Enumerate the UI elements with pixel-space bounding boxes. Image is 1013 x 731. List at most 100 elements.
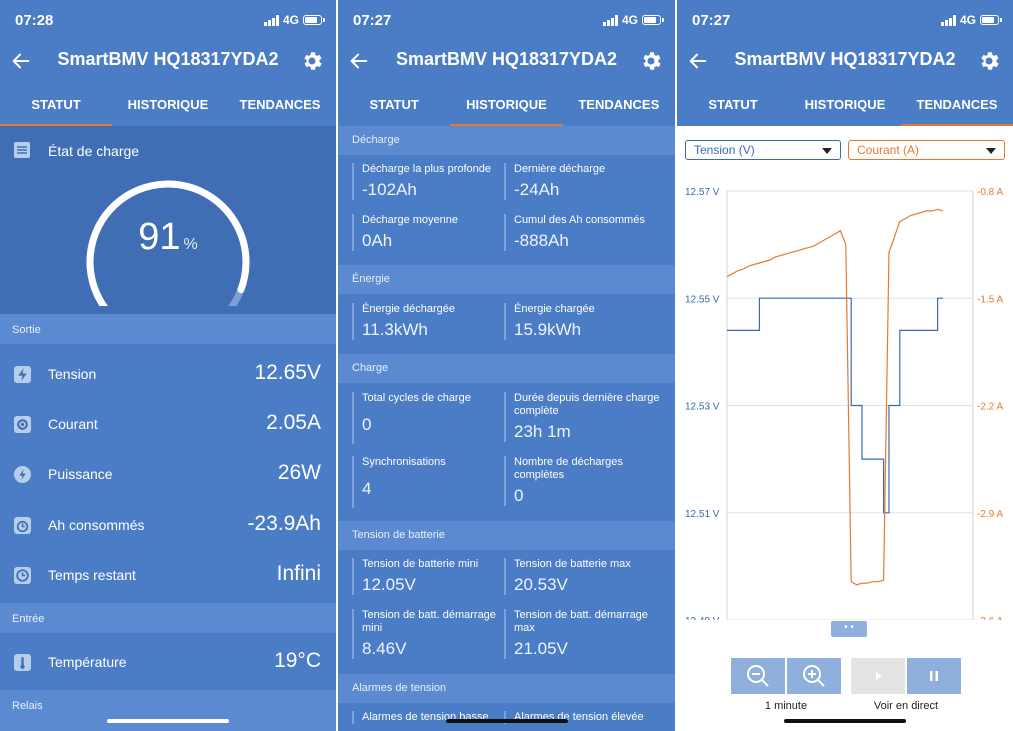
gear-icon[interactable] — [977, 49, 1001, 73]
row-label: Puissance — [48, 466, 113, 482]
cell-max-voltage: Tension de batterie max 20.53V — [504, 558, 664, 595]
zoom-in-icon — [803, 665, 825, 687]
section-alarmes: Alarmes de tension — [338, 674, 675, 703]
status-time: 07:27 — [353, 12, 392, 29]
page-title: SmartBMV HQ18317YDA2 — [395, 49, 618, 69]
tab-tendances[interactable]: TENDANCES — [224, 82, 336, 126]
cell-label: Décharge moyenne — [362, 214, 459, 226]
cell-label: Synchronisations — [362, 456, 446, 468]
home-indicator[interactable] — [784, 719, 906, 723]
zoom-caption: 1 minute — [764, 700, 808, 712]
play-icon — [876, 672, 882, 680]
tab-historique[interactable]: HISTORIQUE — [112, 82, 224, 126]
y-right-tick-label: -0.8 A — [977, 187, 1003, 198]
section-energie: Énergie — [338, 265, 675, 294]
cell-average-discharge: Décharge moyenne 0Ah — [352, 214, 497, 251]
status-bar: 07:28 4G — [0, 0, 336, 40]
cell-value: 21.05V — [514, 639, 568, 658]
cell-value: 0 — [514, 486, 524, 505]
cell-value: 8.46V — [362, 639, 407, 658]
clock-icon — [14, 567, 31, 584]
section-sortie: Sortie — [0, 314, 336, 344]
cell-label: Nombre de décharges complètes — [514, 456, 623, 481]
home-indicator[interactable] — [445, 719, 568, 723]
cell-min-voltage: Tension de batterie mini 12.05V — [352, 558, 497, 595]
row-tension[interactable]: Tension 12.65V — [0, 349, 336, 399]
row-value: 19°C — [274, 649, 321, 672]
screen-historique: 07:27 4G SmartBMV HQ18317YDA2 STATUT HIS… — [338, 0, 675, 731]
status-bar: 07:27 4G — [338, 0, 675, 40]
voltage-series-select[interactable]: Tension (V) — [685, 140, 841, 160]
cell-label: Tension de batt. démarrage mini — [362, 609, 496, 634]
y-left-tick-label: 12.55 V — [685, 294, 720, 305]
live-controls — [851, 658, 961, 694]
screen-tendances: 07:27 4G SmartBMV HQ18317YDA2 STATUT HIS… — [677, 0, 1013, 731]
cell-label: Durée depuis dernière charge complète — [514, 392, 660, 417]
gear-icon[interactable] — [639, 49, 663, 73]
soc-panel: État de charge 91% — [0, 126, 336, 314]
status-right: 4G — [263, 13, 325, 27]
cell-label: Total cycles de charge — [362, 392, 471, 404]
tab-statut[interactable]: STATUT — [677, 82, 789, 126]
row-puissance[interactable]: Puissance 26W — [0, 449, 336, 499]
section-tension-batterie: Tension de batterie — [338, 521, 675, 550]
row-courant[interactable]: Courant 2.05A — [0, 399, 336, 449]
y-left-tick-label: 12.53 V — [685, 402, 720, 413]
current-series-select[interactable]: Courant (A) — [848, 140, 1005, 160]
cell-label: Décharge la plus profonde — [362, 163, 492, 175]
play-button[interactable] — [851, 658, 905, 694]
cell-value: -24Ah — [514, 180, 560, 199]
row-label: Tension — [48, 366, 97, 382]
zoom-out-button[interactable] — [731, 658, 785, 694]
home-indicator[interactable] — [107, 719, 229, 723]
gear-icon[interactable] — [300, 49, 324, 73]
tab-tendances[interactable]: TENDANCES — [901, 82, 1013, 126]
page-title: SmartBMV HQ18317YDA2 — [57, 49, 279, 69]
row-value: 12.65V — [254, 361, 321, 384]
y-right-tick-label: -3.6 A — [977, 616, 1003, 620]
status-right: 4G — [602, 13, 664, 27]
tab-statut[interactable]: STATUT — [0, 82, 112, 126]
cell-value: 20.53V — [514, 575, 568, 594]
cell-label: Cumul des Ah consommés — [514, 214, 645, 226]
tab-historique[interactable]: HISTORIQUE — [789, 82, 901, 126]
trend-chart[interactable]: 12.57 V -0.8 A 12.55 V -1.5 A 12.53 V -2.2 A 1… — [677, 170, 1013, 620]
row-ah-consommes[interactable]: Ah consommés -23.9Ah — [0, 500, 336, 550]
cell-full-discharges: Nombre de décharges complètes 0 — [504, 456, 664, 506]
row-value: 26W — [277, 461, 321, 484]
soc-value: 91% — [0, 216, 336, 259]
row-temperature[interactable]: Température 19°C — [0, 637, 336, 687]
chevron-down-icon — [822, 148, 832, 154]
row-value: -23.9Ah — [247, 512, 321, 535]
signal-icon — [940, 14, 956, 26]
pause-button[interactable] — [907, 658, 961, 694]
cell-value: -888Ah — [514, 231, 569, 250]
y-left-tick-label: 12.57 V — [685, 187, 720, 198]
row-label: Temps restant — [48, 567, 136, 583]
tab-bar: STATUT HISTORIQUE TENDANCES — [0, 82, 336, 126]
signal-icon — [263, 14, 279, 26]
chart-resize-handle[interactable]: • • — [831, 621, 867, 637]
tab-tendances[interactable]: TENDANCES — [563, 82, 675, 126]
zoom-in-button[interactable] — [787, 658, 841, 694]
bolt-icon — [14, 366, 31, 383]
tab-historique[interactable]: HISTORIQUE — [450, 82, 563, 126]
list-icon — [14, 142, 30, 158]
row-label: Température — [48, 654, 127, 670]
y-left-tick-label: 12.49 V — [685, 616, 720, 620]
pause-icon — [930, 671, 938, 681]
row-temps-restant[interactable]: Temps restant Infini — [0, 550, 336, 600]
thermometer-icon — [14, 654, 31, 671]
cell-max-starter-voltage: Tension de batt. démarrage max 21.05V — [504, 609, 664, 659]
cell-energy-discharged: Énergie déchargée 11.3kWh — [352, 303, 497, 340]
tab-statut[interactable]: STATUT — [338, 82, 450, 126]
cell-value: 12.05V — [362, 575, 416, 594]
row-value: Infini — [276, 562, 321, 585]
power-icon — [14, 466, 31, 483]
cell-value: 4 — [362, 479, 372, 498]
status-right: 4G — [940, 13, 1002, 27]
app-bar: SmartBMV HQ18317YDA2 — [338, 40, 675, 82]
cell-total-cycles: Total cycles de charge 0 — [352, 392, 497, 444]
chevron-down-icon — [986, 148, 996, 154]
y-right-tick-label: -1.5 A — [977, 294, 1003, 305]
